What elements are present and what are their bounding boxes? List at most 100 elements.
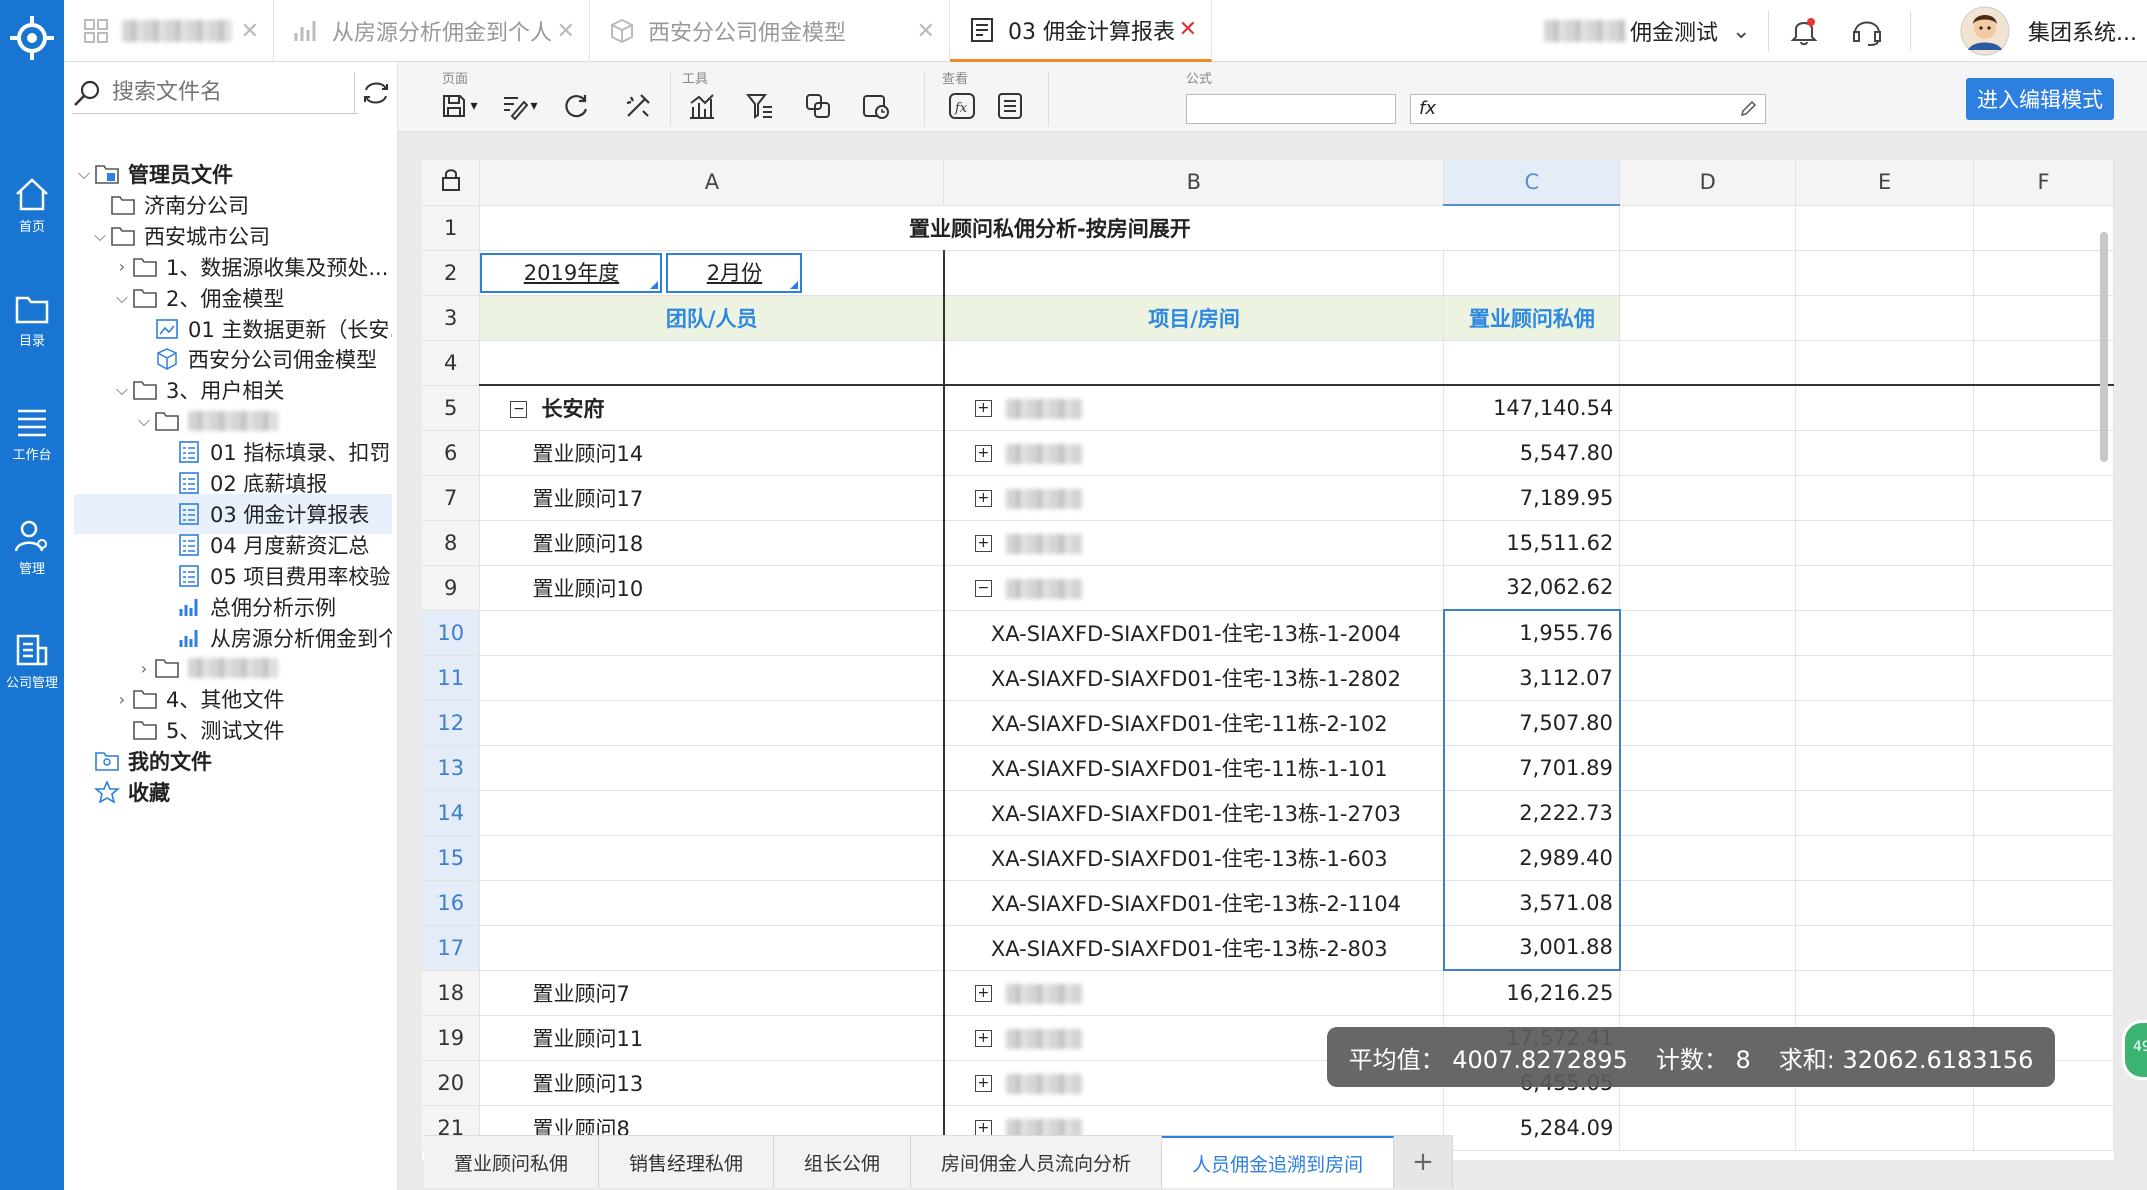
team-cell[interactable]	[479, 700, 945, 746]
row-number[interactable]: 2	[422, 250, 481, 296]
expand-toggle[interactable]: +	[974, 535, 992, 552]
expand-toggle[interactable]: +	[974, 1075, 992, 1092]
rail-workbench[interactable]: 工作台	[0, 404, 64, 463]
commission-cell[interactable]: 7,189.95	[1443, 475, 1621, 521]
team-cell[interactable]: 置业顾问17	[479, 475, 945, 521]
chevron-right-icon[interactable]: ›	[112, 257, 132, 276]
cell[interactable]	[1973, 925, 2114, 971]
tab-commission-by-room[interactable]: 从房源分析佣金到个人 ✕	[274, 0, 590, 62]
cell[interactable]	[1619, 520, 1797, 566]
cell[interactable]	[1973, 610, 2114, 656]
cell[interactable]	[1619, 700, 1797, 746]
tab-blurred[interactable]: ✕	[64, 0, 274, 62]
rail-company[interactable]: 公司管理	[0, 632, 64, 691]
project-cell[interactable]: +	[943, 385, 1445, 431]
row-number[interactable]: 6	[422, 430, 481, 476]
cell[interactable]	[1619, 475, 1797, 521]
cell[interactable]	[1619, 565, 1797, 611]
team-cell[interactable]	[479, 610, 945, 656]
row-number[interactable]: 9	[422, 565, 481, 611]
sheet-tab[interactable]: 组长公佣	[774, 1136, 912, 1188]
cell[interactable]	[1795, 700, 1975, 746]
collapse-toggle[interactable]: −	[974, 580, 992, 597]
cell[interactable]	[1795, 340, 1975, 386]
cell[interactable]	[943, 340, 1445, 386]
close-icon[interactable]: ✕	[1179, 17, 1197, 42]
row-number[interactable]: 14	[422, 790, 481, 836]
commission-cell[interactable]: 2,989.40	[1442, 835, 1621, 881]
header-team[interactable]: 团队/人员	[479, 295, 945, 341]
report-title[interactable]: 置业顾问私佣分析-按房间展开	[479, 205, 1621, 251]
cell[interactable]	[1795, 430, 1975, 476]
month-filter[interactable]: 2月份	[666, 252, 803, 293]
row-number[interactable]: 18	[422, 970, 481, 1016]
cell[interactable]	[1973, 700, 2114, 746]
commission-cell[interactable]: 3,112.07	[1442, 655, 1621, 701]
team-cell[interactable]: − 长安府	[479, 385, 945, 431]
cell[interactable]	[1973, 835, 2114, 881]
floating-badge[interactable]: 49	[2122, 1020, 2147, 1080]
cell[interactable]	[1619, 655, 1797, 701]
row-number[interactable]: 12	[422, 700, 481, 746]
project-cell[interactable]: XA-SIAXFD-SIAXFD01-住宅-13栋-1-603	[943, 835, 1445, 881]
formula-view-button[interactable]: fx	[944, 88, 980, 124]
commission-cell[interactable]: 5,547.80	[1443, 430, 1621, 476]
cell[interactable]	[1795, 205, 1975, 251]
row-number[interactable]: 7	[422, 475, 481, 521]
project-cell[interactable]: +	[943, 475, 1445, 521]
cell[interactable]	[1973, 205, 2114, 251]
sheet-tab[interactable]: 销售经理私佣	[599, 1136, 775, 1188]
reload-button[interactable]	[558, 88, 594, 124]
project-cell[interactable]: +	[943, 970, 1445, 1016]
commission-cell[interactable]: 147,140.54	[1443, 385, 1621, 431]
team-cell[interactable]: 置业顾问7	[479, 970, 945, 1016]
chevron-down-icon[interactable]: ⌵	[112, 380, 132, 400]
cell[interactable]	[1973, 655, 2114, 701]
cell[interactable]	[1619, 340, 1797, 386]
team-cell[interactable]: 置业顾问11	[479, 1015, 945, 1061]
vertical-scrollbar[interactable]	[2100, 232, 2108, 462]
cell[interactable]	[1619, 610, 1797, 656]
enter-edit-mode-button[interactable]: 进入编辑模式	[1966, 78, 2114, 120]
spreadsheet[interactable]: A B C D E F 1 置业顾问私佣分析-按房间展开 2 2019年度 2月份	[422, 160, 2114, 1160]
cell[interactable]	[1973, 880, 2114, 926]
cell[interactable]	[1619, 250, 1797, 296]
file-search[interactable]	[72, 72, 358, 114]
column-header-a[interactable]: A	[479, 160, 945, 206]
year-filter[interactable]: 2019年度	[480, 252, 663, 293]
commission-cell[interactable]: 16,216.25	[1443, 970, 1621, 1016]
tab-commission-report[interactable]: 03 佣金计算报表 ✕	[950, 0, 1212, 62]
team-cell[interactable]	[479, 745, 945, 791]
column-header-f[interactable]: F	[1973, 160, 2114, 206]
project-cell[interactable]: +	[943, 520, 1445, 566]
commission-cell[interactable]: 7,701.89	[1442, 745, 1621, 791]
row-number[interactable]: 3	[422, 295, 481, 341]
cell[interactable]	[1795, 880, 1975, 926]
cell[interactable]	[1795, 835, 1975, 881]
cell[interactable]	[1619, 790, 1797, 836]
chevron-right-icon[interactable]: ›	[112, 690, 132, 709]
chevron-right-icon[interactable]: ›	[134, 659, 154, 678]
sheet-tab[interactable]: 人员佣金追溯到房间	[1162, 1136, 1395, 1188]
cell[interactable]	[1795, 295, 1975, 341]
project-cell[interactable]: XA-SIAXFD-SIAXFD01-住宅-13栋-1-2004	[943, 610, 1445, 656]
commission-cell[interactable]: 3,001.88	[1442, 925, 1621, 971]
cell[interactable]	[1973, 1105, 2114, 1151]
cell[interactable]	[1619, 835, 1797, 881]
schedule-button[interactable]	[858, 88, 894, 124]
team-cell[interactable]: 置业顾问10	[479, 565, 945, 611]
cell[interactable]	[1795, 610, 1975, 656]
team-cell[interactable]	[479, 880, 945, 926]
commission-cell[interactable]: 15,511.62	[1443, 520, 1621, 566]
commission-cell[interactable]: 2,222.73	[1442, 790, 1621, 836]
cell[interactable]	[1619, 205, 1797, 251]
collapse-toggle[interactable]: −	[510, 401, 528, 419]
team-cell[interactable]: 置业顾问13	[479, 1060, 945, 1106]
team-cell[interactable]	[479, 655, 945, 701]
row-number[interactable]: 8	[422, 520, 481, 566]
edit-dropdown[interactable]: ▾	[524, 88, 544, 124]
cell[interactable]	[1619, 385, 1797, 431]
tools-button[interactable]	[620, 88, 656, 124]
rail-manage[interactable]: 管理	[0, 518, 64, 577]
row-number[interactable]: 19	[422, 1015, 481, 1061]
